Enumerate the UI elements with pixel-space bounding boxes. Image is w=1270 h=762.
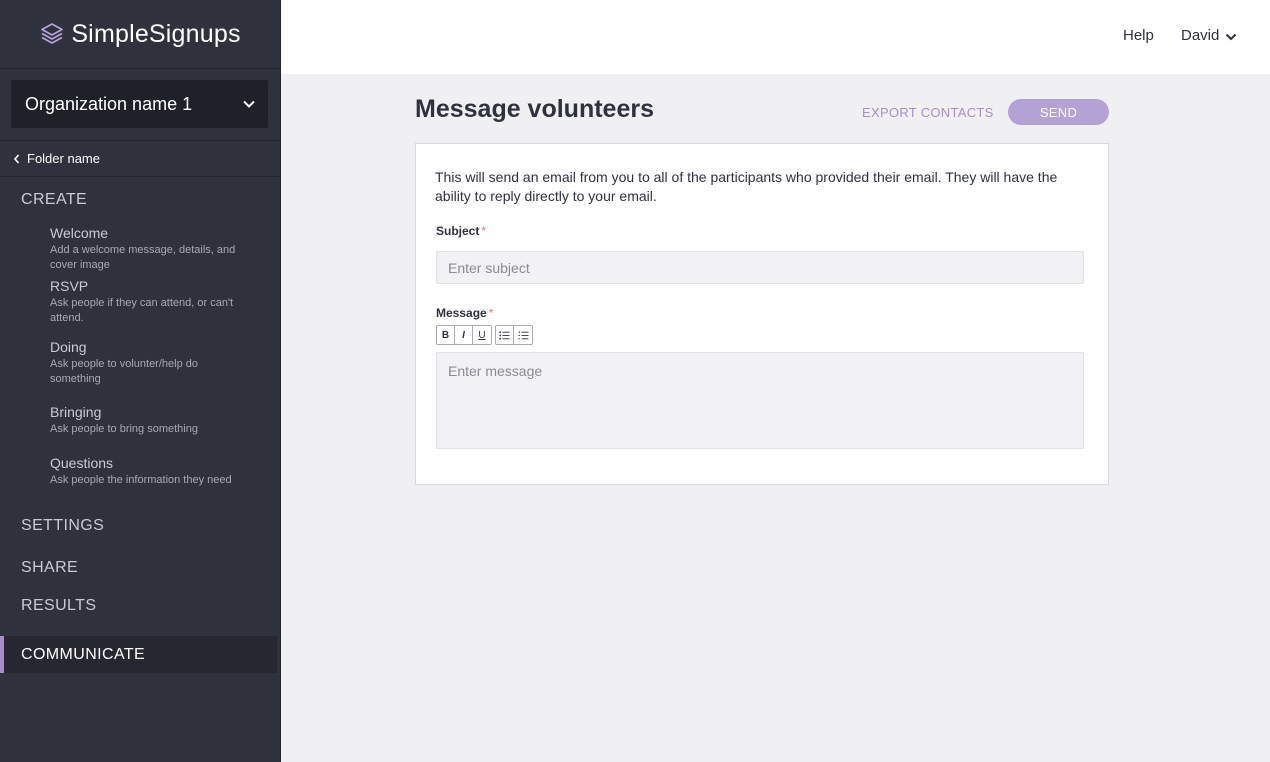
- top-bar: Help David: [281, 0, 1270, 74]
- step-title: RSVP: [50, 278, 89, 294]
- section-results[interactable]: RESULTS: [21, 597, 96, 615]
- organization-select[interactable]: Organization name 1: [11, 80, 268, 128]
- section-create[interactable]: CREATE: [21, 191, 87, 209]
- section-communicate-label: COMMUNICATE: [21, 645, 146, 663]
- organization-name: Organization name 1: [25, 93, 193, 114]
- required-mark: *: [481, 224, 487, 238]
- subject-input[interactable]: [436, 251, 1084, 284]
- bulleted-list-button[interactable]: [496, 326, 514, 344]
- rich-text-toolbar: B I U: [436, 325, 533, 345]
- user-menu[interactable]: David: [1181, 27, 1237, 44]
- send-button[interactable]: SEND: [1008, 99, 1109, 125]
- underline-button[interactable]: U: [473, 326, 491, 344]
- step-description: Ask people if they can attend, or can't …: [50, 297, 234, 324]
- step-bringing[interactable]: Bringing Ask people to bring something: [50, 404, 240, 437]
- message-card: This will send an email from you to all …: [415, 143, 1109, 485]
- subject-label: Subject *: [436, 224, 486, 238]
- list-group: [495, 325, 533, 345]
- message-input[interactable]: [436, 352, 1084, 449]
- logo-text: SimpleSignups: [71, 19, 241, 48]
- step-description: Ask people the information they need: [50, 474, 232, 486]
- step-description: Ask people to bring something: [50, 423, 198, 435]
- chevron-down-icon: [243, 100, 255, 108]
- logo-icon: [41, 23, 64, 44]
- intro-text: This will send an email from you to all …: [435, 169, 1058, 204]
- chevron-down-icon: [1226, 33, 1237, 41]
- required-mark: *: [488, 306, 494, 320]
- export-contacts-link[interactable]: EXPORT CONTACTS: [862, 105, 994, 120]
- step-title: Questions: [50, 455, 114, 471]
- help-link[interactable]: Help: [1123, 27, 1154, 44]
- sidebar: SimpleSignups Organization name 1 Folder…: [0, 0, 281, 762]
- bulleted-list-icon: [499, 330, 510, 340]
- step-description: Add a welcome message, details, and cove…: [50, 244, 236, 271]
- logo[interactable]: SimpleSignups: [0, 0, 280, 69]
- step-doing[interactable]: Doing Ask people to volunter/help do som…: [50, 339, 240, 387]
- subject-label-text: Subject: [436, 224, 480, 238]
- numbered-list-icon: [517, 330, 528, 339]
- format-group: B I U: [436, 325, 492, 345]
- back-to-folder-link[interactable]: Folder name: [0, 140, 281, 177]
- folder-name: Folder name: [27, 151, 100, 166]
- user-name: David: [1181, 27, 1220, 44]
- section-share[interactable]: SHARE: [21, 559, 78, 577]
- step-title: Welcome: [50, 225, 109, 241]
- chevron-left-icon: [13, 153, 20, 164]
- step-questions[interactable]: Questions Ask people the information the…: [50, 455, 240, 488]
- message-label: Message *: [436, 306, 493, 320]
- page-title: Message volunteers: [415, 95, 654, 123]
- numbered-list-button[interactable]: [514, 326, 532, 344]
- step-rsvp[interactable]: RSVP Ask people if they can attend, or c…: [50, 278, 240, 326]
- message-label-text: Message: [436, 306, 487, 320]
- step-description: Ask people to volunter/help do something: [50, 358, 198, 385]
- step-title: Bringing: [50, 404, 102, 420]
- step-title: Doing: [50, 339, 87, 355]
- step-welcome[interactable]: Welcome Add a welcome message, details, …: [50, 225, 240, 273]
- section-communicate[interactable]: COMMUNICATE: [0, 636, 277, 673]
- section-settings[interactable]: SETTINGS: [21, 517, 104, 535]
- italic-button[interactable]: I: [455, 326, 473, 344]
- bold-button[interactable]: B: [437, 326, 455, 344]
